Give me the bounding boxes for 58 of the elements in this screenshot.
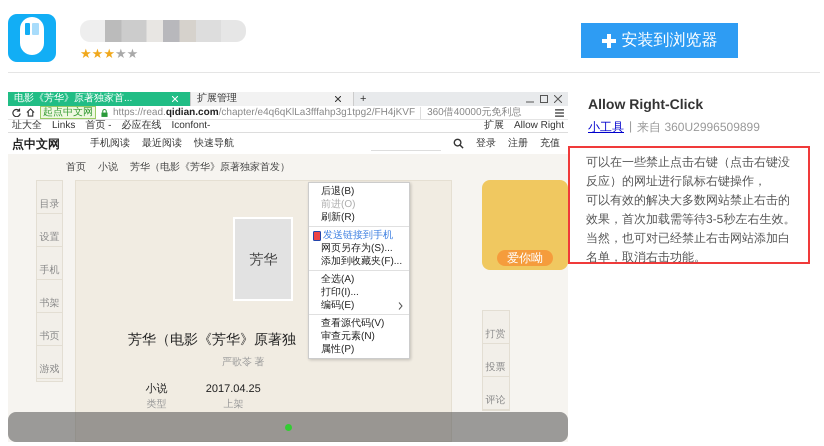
book-author: 严歌苓 著 <box>222 357 265 369</box>
browser-tab[interactable]: 扩展管理 <box>191 92 354 106</box>
star-rating: ★★★★★ <box>80 47 140 60</box>
search-icon[interactable] <box>453 138 464 149</box>
context-menu-item[interactable]: 发送链接到手机 <box>309 226 409 242</box>
category-link[interactable]: 小工具 <box>588 119 624 136</box>
info-label: 上架 <box>223 399 244 411</box>
extension-button[interactable]: 扩展 <box>484 120 504 132</box>
info-value: 2017.04.25 <box>206 383 261 395</box>
close-icon[interactable] <box>335 96 341 102</box>
context-menu-item[interactable]: 全选(A) <box>309 270 409 286</box>
site-nav-link[interactable]: 手机阅读 <box>90 138 130 150</box>
home-icon[interactable] <box>26 108 35 117</box>
mouse-icon <box>8 14 56 62</box>
bookmark[interactable]: Links <box>52 120 76 132</box>
account-link[interactable]: 充值 <box>540 138 560 150</box>
context-menu-item[interactable]: 属性(P) <box>309 343 409 356</box>
extension-name: Allow Right-Click <box>588 95 704 113</box>
context-menu-item[interactable]: 后退(B) <box>309 185 409 198</box>
context-menu-item[interactable]: 编码(E) <box>309 299 409 312</box>
search-field[interactable]: 360借40000元免利息 <box>420 106 550 118</box>
context-menu-item[interactable]: 打印(I)... <box>309 286 409 299</box>
site-nav-link[interactable]: 最近阅读 <box>142 138 182 150</box>
bookmark[interactable]: 首页 - <box>85 120 112 132</box>
description-text: 可以有效的解决大多数网站禁止右击的效果，首次加载需等待3-5秒左右生效。当然，也可对已经禁止右击网站添加白名单，取消右击功能。 <box>586 192 796 266</box>
site-nav-link[interactable]: 快速导航 <box>194 138 234 150</box>
cover-title: 芳华 <box>249 253 278 265</box>
context-menu-item[interactable]: 添加到收藏夹(F)... <box>309 255 409 268</box>
menu-icon[interactable] <box>555 108 564 116</box>
context-menu-item[interactable]: 刷新(R) <box>309 211 409 224</box>
plus-icon <box>602 34 616 48</box>
lock-icon <box>101 108 108 116</box>
bookmark[interactable]: 必应在线 <box>121 120 162 132</box>
reload-icon[interactable] <box>12 108 21 117</box>
phone-icon <box>313 230 321 240</box>
book-title: 芳华（电影《芳华》原著独 <box>128 330 296 349</box>
breadcrumb-item[interactable]: 小说 <box>98 162 118 174</box>
url-field[interactable]: https://read.qidian.com/chapter/e4q6qKlLa3fffahp3g1tpg2/FH4jKVF <box>113 106 416 118</box>
maximize-icon[interactable] <box>540 95 548 103</box>
info-label: 类型 <box>146 399 167 411</box>
bookmark[interactable]: 址大全 <box>12 120 42 132</box>
new-tab-button[interactable]: + <box>354 92 372 106</box>
site-logo[interactable]: 点中文网 <box>12 138 60 150</box>
extension-button[interactable]: Allow Right <box>514 120 564 132</box>
account-link[interactable]: 登录 <box>476 138 496 150</box>
bookmark[interactable]: Iconfont- <box>171 120 210 132</box>
breadcrumb-item[interactable]: 首页 <box>66 162 86 174</box>
account-link[interactable]: 注册 <box>508 138 528 150</box>
context-menu-item[interactable]: 审查元素(N) <box>309 330 409 343</box>
context-menu-item[interactable]: 网页另存为(S)... <box>309 242 409 255</box>
source-text: 来自 360U2996509899 <box>637 119 760 136</box>
description-text: 可以在一些禁止点击右键（点击右键没反应）的网址进行鼠标右键操作， <box>586 154 791 190</box>
breadcrumb-item[interactable]: 芳华（电影《芳华》原著独家首发） <box>130 162 290 174</box>
context-menu-item[interactable]: 查看源代码(V) <box>309 314 409 330</box>
close-icon[interactable] <box>554 95 562 103</box>
separator: | <box>629 119 632 135</box>
site-badge: 起点中文网 <box>40 106 96 119</box>
info-value: 小说 <box>146 383 168 395</box>
